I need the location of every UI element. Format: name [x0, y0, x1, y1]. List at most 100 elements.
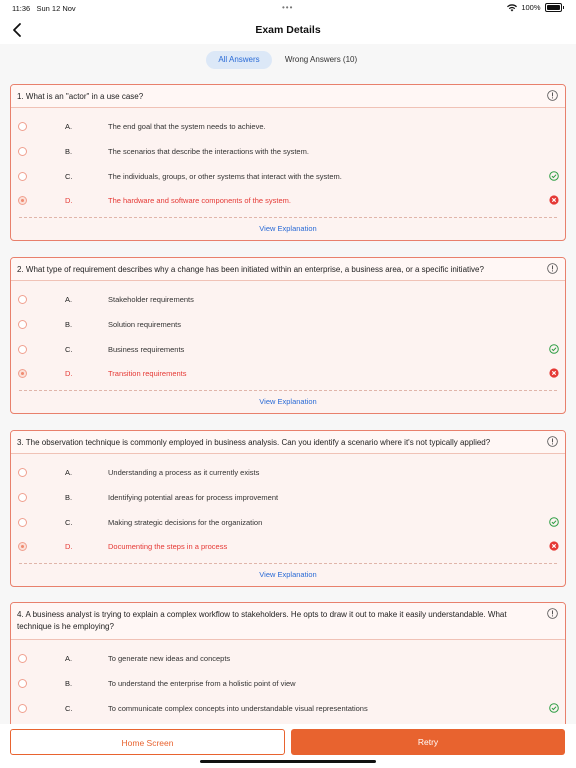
question-text: 4. A business analyst is trying to expla… [17, 610, 507, 631]
question-header: 3. The observation technique is commonly… [11, 431, 565, 454]
option-text: Identifying potential areas for process … [108, 492, 279, 502]
status-time: 11:36 Sun 12 Nov [12, 4, 76, 13]
page-title: Exam Details [255, 24, 321, 36]
info-icon[interactable] [547, 90, 558, 101]
option-text: Transition requirements [108, 369, 187, 379]
option-text: Stakeholder requirements [108, 295, 194, 304]
tab-wrong-answers[interactable]: Wrong Answers (10) [278, 51, 364, 69]
radio-selected[interactable] [18, 369, 27, 379]
option-letter: C. [65, 171, 73, 181]
tab-all-answers[interactable]: All Answers [206, 51, 272, 69]
answer-option[interactable]: B. To understand the enterprise from a ho… [11, 671, 565, 696]
radio-button[interactable] [18, 295, 27, 304]
answer-option[interactable]: C. To communicate complex concepts into u… [11, 696, 565, 721]
view-explanation-link[interactable]: View Explanation [11, 564, 565, 586]
answer-option[interactable]: C. Making strategic decisions for the org… [11, 510, 565, 535]
option-text: Solution requirements [108, 319, 181, 329]
info-icon[interactable] [547, 436, 558, 447]
question-card: 4. A business analyst is trying to expla… [10, 602, 566, 724]
multitask-dots[interactable]: ••• [282, 3, 293, 12]
radio-selected[interactable] [18, 196, 27, 206]
option-letter: A. [65, 122, 73, 131]
radio-button[interactable] [18, 678, 27, 688]
answer-option[interactable]: A. Understanding a process as it currentl… [11, 460, 565, 485]
radio-button[interactable] [18, 146, 27, 156]
wifi-icon [507, 3, 518, 11]
option-letter: D. [65, 196, 73, 206]
correct-check-icon [549, 343, 559, 354]
answer-option[interactable]: C. The individuals, groups, or other syst… [11, 164, 565, 189]
option-text: Business requirements [108, 344, 185, 354]
status-right: 100% [507, 3, 564, 12]
question-header: 1. What is an "actor" in a use case? [11, 85, 565, 108]
option-text: To generate new ideas and concepts [108, 654, 231, 663]
radio-button[interactable] [18, 171, 27, 181]
answer-option[interactable]: A. To generate new ideas and concepts [11, 646, 565, 671]
option-letter: D. [65, 542, 73, 552]
option-letter: C. [65, 517, 73, 527]
answer-filter-tabs: All Answers Wrong Answers (10) [0, 51, 576, 69]
option-letter: A. [65, 654, 73, 663]
retry-button[interactable]: Retry [291, 729, 565, 755]
radio-button[interactable] [18, 517, 27, 527]
question-card: 1. What is an "actor" in a use case? A. Th… [10, 84, 566, 242]
option-text: Making strategic decisions for the organ… [108, 517, 263, 527]
question-text: 1. What is an "actor" in a use case? [17, 92, 144, 101]
correct-check-icon [549, 702, 559, 713]
option-letter: C. [65, 344, 73, 354]
option-letter: A. [65, 295, 73, 304]
option-letter: B. [65, 146, 73, 156]
radio-button[interactable] [18, 319, 27, 329]
home-indicator[interactable] [200, 760, 376, 763]
question-header: 2. What type of requirement describes wh… [11, 258, 565, 281]
answer-option[interactable]: A. The end goal that the system needs to … [11, 114, 565, 139]
option-text: To understand the enterprise from a holi… [108, 678, 296, 688]
answer-option[interactable]: B. The scenarios that describe the intera… [11, 139, 565, 164]
info-icon[interactable] [547, 263, 558, 274]
question-header: 4. A business analyst is trying to expla… [11, 603, 565, 640]
option-letter: B. [65, 319, 73, 329]
radio-button[interactable] [18, 654, 27, 663]
wrong-x-icon [549, 195, 559, 205]
option-letter: D. [65, 369, 73, 379]
option-letter: B. [65, 678, 73, 688]
question-card: 3. The observation technique is commonly… [10, 430, 566, 588]
option-text: Understanding a process as it currently … [108, 468, 260, 477]
status-bar: 11:36 Sun 12 Nov ••• 100% [0, 0, 576, 16]
answer-option[interactable]: A. Stakeholder requirements [11, 287, 565, 312]
option-text: Documenting the steps in a process [108, 542, 228, 552]
bottom-bar: Home Screen Retry [0, 724, 576, 768]
option-text: The scenarios that describe the interact… [108, 146, 309, 156]
info-icon[interactable] [547, 608, 558, 619]
option-letter: A. [65, 468, 73, 477]
radio-button[interactable] [18, 703, 27, 713]
view-explanation-link[interactable]: View Explanation [11, 391, 565, 413]
question-text: 2. What type of requirement describes wh… [17, 265, 484, 274]
radio-selected[interactable] [18, 542, 27, 552]
view-explanation-link[interactable]: View Explanation [11, 218, 565, 240]
home-screen-button[interactable]: Home Screen [10, 729, 285, 755]
option-text: The end goal that the system needs to ac… [108, 122, 266, 131]
answer-option[interactable]: D. Transition requirements [11, 361, 565, 386]
radio-button[interactable] [18, 122, 27, 131]
exam-content[interactable]: All Answers Wrong Answers (10) 1. What i… [0, 44, 576, 724]
option-text: To communicate complex concepts into und… [108, 703, 368, 713]
radio-button[interactable] [18, 492, 27, 502]
correct-check-icon [549, 170, 559, 181]
wrong-x-icon [549, 541, 559, 551]
answer-option[interactable]: D. The hardware and software components o… [11, 188, 565, 213]
option-letter: C. [65, 703, 73, 713]
radio-button[interactable] [18, 468, 27, 477]
battery-percent: 100% [521, 3, 541, 12]
answer-option[interactable]: B. Solution requirements [11, 312, 565, 337]
answer-option[interactable]: C. Business requirements [11, 337, 565, 362]
battery-icon [544, 3, 562, 12]
answer-option[interactable]: D. Documenting the steps in a process [11, 534, 565, 559]
option-letter: B. [65, 492, 73, 502]
nav-bar: Exam Details [0, 16, 576, 44]
wrong-x-icon [549, 368, 559, 378]
radio-button[interactable] [18, 344, 27, 354]
answer-option[interactable]: B. Identifying potential areas for proces… [11, 485, 565, 510]
question-card: 2. What type of requirement describes wh… [10, 257, 566, 415]
correct-check-icon [549, 516, 559, 527]
